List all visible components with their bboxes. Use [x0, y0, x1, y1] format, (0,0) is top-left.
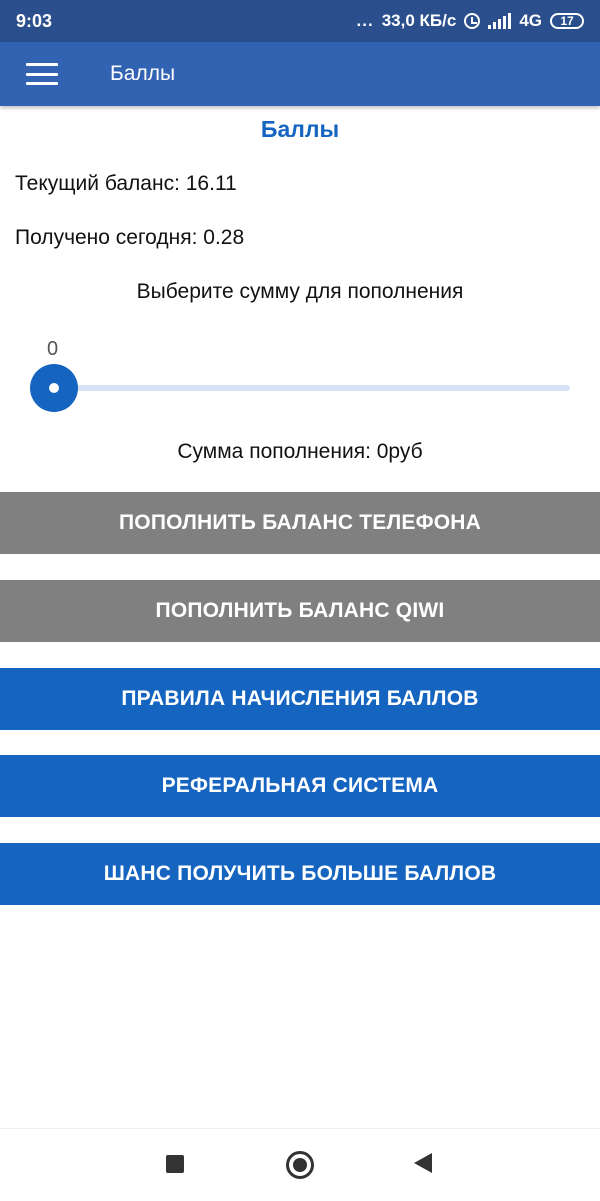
circle-icon[interactable]: [286, 1151, 314, 1179]
network-speed: 33,0 КБ/с: [381, 11, 457, 30]
amount-slider-track[interactable]: [55, 385, 570, 391]
back-triangle-icon[interactable]: [414, 1153, 432, 1173]
app-bar: Баллы: [0, 42, 600, 106]
referral-system-button[interactable]: РЕФЕРАЛЬНАЯ СИСТЕМА: [0, 755, 600, 817]
amount-slider-thumb[interactable]: [30, 364, 78, 412]
top-up-prompt: Выберите сумму для пополнения: [136, 280, 464, 303]
signal-icon: [488, 13, 512, 29]
more-dots-icon: ...: [356, 11, 374, 30]
more-points-chance-button[interactable]: ШАНС ПОЛУЧИТЬ БОЛЬШЕ БАЛЛОВ: [0, 843, 600, 905]
status-indicators: ... 33,0 КБ/с 4G 17: [357, 11, 584, 31]
current-balance: Текущий баланс: 16.11: [15, 172, 237, 195]
battery-icon: 17: [550, 13, 584, 29]
battery-level: 17: [560, 14, 574, 28]
app-bar-title: Баллы: [110, 62, 176, 85]
top-up-sum: Сумма пополнения: 0руб: [177, 440, 423, 463]
alarm-icon: [464, 13, 481, 29]
system-nav-bar: [0, 1128, 600, 1201]
square-icon[interactable]: [166, 1155, 184, 1173]
menu-icon[interactable]: [26, 63, 58, 85]
page-title: Баллы: [260, 116, 340, 142]
top-up-phone-button[interactable]: ПОПОЛНИТЬ БАЛАНС ТЕЛЕФОНА: [0, 492, 600, 554]
status-time: 9:03: [16, 10, 53, 31]
slider-value-label: 0: [47, 338, 59, 360]
status-bar: 9:03 ... 33,0 КБ/с 4G 17: [0, 0, 600, 42]
received-today: Получено сегодня: 0.28: [15, 226, 245, 249]
points-rules-button[interactable]: ПРАВИЛА НАЧИСЛЕНИЯ БАЛЛОВ: [0, 668, 600, 730]
top-up-qiwi-button[interactable]: ПОПОЛНИТЬ БАЛАНС QIWI: [0, 580, 600, 642]
network-type: 4G: [519, 11, 542, 30]
